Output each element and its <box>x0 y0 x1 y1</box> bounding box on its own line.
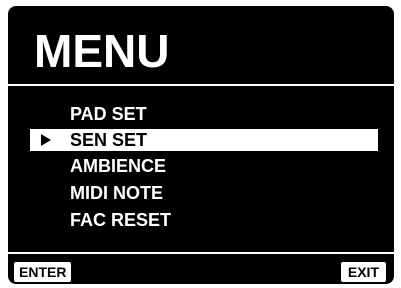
menu-title: MENU <box>34 25 170 77</box>
menu-item-label: PAD SET <box>70 104 147 124</box>
menu-item-sen-set[interactable]: SEN SET <box>30 129 378 151</box>
menu-item-label: MIDI NOTE <box>70 183 163 203</box>
menu-list: PAD SET SEN SET AMBIENCE MIDI NOTE FAC R… <box>8 102 394 235</box>
enter-softkey[interactable]: ENTER <box>14 262 72 282</box>
exit-softkey[interactable]: EXIT <box>340 262 386 282</box>
lcd-screen: MENU PAD SET SEN SET AMBIENCE MIDI NOTE … <box>8 6 394 284</box>
play-triangle-icon <box>41 134 51 146</box>
menu-item-label: AMBIENCE <box>70 156 167 176</box>
menu-item-ambience[interactable]: AMBIENCE <box>8 154 394 179</box>
menu-item-midi-note[interactable]: MIDI NOTE <box>8 181 394 206</box>
menu-item-label: SEN SET <box>70 130 148 150</box>
menu-item-pad-set[interactable]: PAD SET <box>8 102 394 127</box>
menu-item-fac-reset[interactable]: FAC RESET <box>8 208 394 233</box>
softkey-divider <box>8 252 394 254</box>
title-divider <box>8 84 394 86</box>
menu-item-label: FAC RESET <box>70 210 172 230</box>
